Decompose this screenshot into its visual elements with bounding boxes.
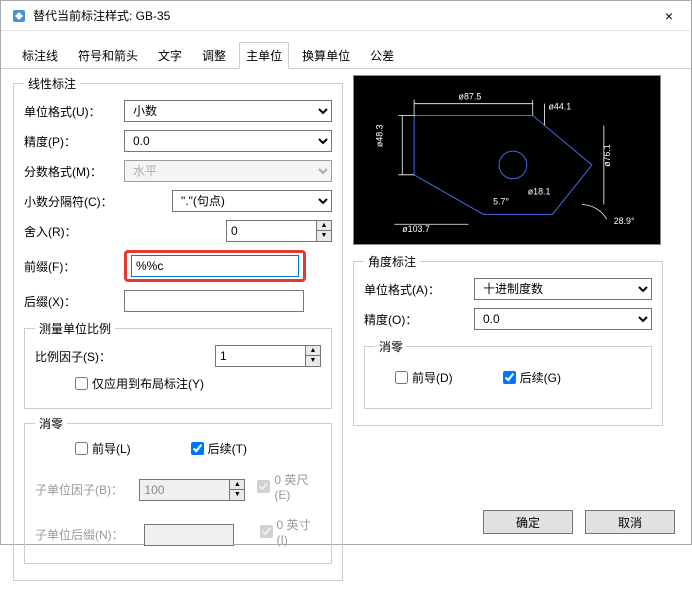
svg-text:28.9°: 28.9°	[614, 216, 635, 226]
layout-only-checkbox[interactable]	[75, 377, 88, 390]
preview-pane: ø87.5 ø48.3 ø44.1 ø76.1 ø103.7 ø18.1 5.7…	[353, 75, 661, 245]
precision-label: 精度(P)：	[24, 133, 124, 150]
scale-legend: 测量单位比例	[35, 320, 115, 337]
linear-legend: 线性标注	[24, 75, 80, 92]
spin-up-icon: ▲	[230, 480, 244, 490]
round-input[interactable]	[226, 220, 316, 242]
suffix-label: 后缀(X)：	[24, 293, 124, 310]
subunit-suffix-label: 子单位后缀(N)：	[35, 526, 144, 543]
leading-label: 前导(L)	[92, 440, 131, 457]
scale-group: 测量单位比例 比例因子(S)： ▲▼ 仅应用到布局标注(Y)	[24, 320, 332, 409]
prefix-label: 前缀(F)：	[24, 258, 124, 275]
leading-checkbox[interactable]	[75, 442, 88, 455]
fraction-format-label: 分数格式(M)：	[24, 163, 124, 180]
scale-factor-label: 比例因子(S)：	[35, 348, 145, 365]
spin-down-icon[interactable]: ▼	[317, 231, 331, 241]
linear-group: 线性标注 单位格式(U)： 小数 精度(P)： 0.0 分数格式(M)： 水平 …	[13, 75, 343, 581]
tab-fit[interactable]: 调整	[195, 42, 233, 69]
fraction-format-select: 水平	[124, 160, 332, 182]
decimal-sep-label: 小数分隔符(C)：	[24, 193, 124, 210]
angular-trailing-label: 后续(G)	[520, 369, 561, 386]
inches-label: 0 英寸(I)	[277, 516, 322, 547]
round-spinner[interactable]: ▲▼	[226, 220, 332, 242]
zero-group: 消零 前导(L) 后续(T) 子单位因子(B)： ▲▼ 0 英尺(E)	[24, 415, 332, 564]
tab-dimlines[interactable]: 标注线	[15, 42, 65, 69]
subunit-factor-input	[139, 479, 229, 501]
angular-leading-checkbox[interactable]	[395, 371, 408, 384]
spin-up-icon[interactable]: ▲	[306, 346, 320, 356]
svg-text:ø76.1: ø76.1	[602, 144, 612, 167]
svg-text:ø87.5: ø87.5	[459, 92, 482, 102]
angular-trailing-checkbox[interactable]	[503, 371, 516, 384]
angular-leading-label: 前导(D)	[412, 369, 453, 386]
unit-format-label: 单位格式(U)：	[24, 103, 124, 120]
round-label: 舍入(R)：	[24, 223, 124, 240]
angular-precision-select[interactable]: 0.0	[474, 308, 652, 330]
svg-text:ø103.7: ø103.7	[402, 224, 430, 234]
title-bar: 替代当前标注样式: GB-35 ×	[1, 1, 691, 31]
subunit-suffix-input	[144, 524, 234, 546]
prefix-input[interactable]	[131, 255, 299, 277]
zero-legend: 消零	[35, 415, 67, 432]
angular-group: 角度标注 单位格式(A)： 十进制度数 精度(O)： 0.0 消零 前导(D) …	[353, 253, 663, 426]
close-button[interactable]: ×	[657, 6, 681, 26]
layout-only-label: 仅应用到布局标注(Y)	[92, 375, 204, 392]
angular-zero-group: 消零 前导(D) 后续(G)	[364, 338, 652, 409]
tab-text[interactable]: 文字	[151, 42, 189, 69]
angular-unit-label: 单位格式(A)：	[364, 281, 474, 298]
app-icon	[11, 8, 27, 24]
tab-tolerance[interactable]: 公差	[363, 42, 401, 69]
scale-factor-spinner[interactable]: ▲▼	[215, 345, 321, 367]
tab-bar: 标注线 符号和箭头 文字 调整 主单位 换算单位 公差	[1, 31, 691, 69]
svg-text:ø18.1: ø18.1	[528, 187, 551, 197]
spin-up-icon[interactable]: ▲	[317, 221, 331, 231]
angular-zero-legend: 消零	[375, 338, 407, 355]
tab-primary-units[interactable]: 主单位	[239, 42, 289, 69]
inches-checkbox	[260, 525, 273, 538]
cancel-button[interactable]: 取消	[585, 510, 675, 534]
precision-select[interactable]: 0.0	[124, 130, 332, 152]
angular-legend: 角度标注	[364, 253, 420, 270]
trailing-checkbox[interactable]	[191, 442, 204, 455]
subunit-factor-label: 子单位因子(B)：	[35, 481, 139, 498]
angular-unit-select[interactable]: 十进制度数	[474, 278, 652, 300]
tab-alt-units[interactable]: 换算单位	[295, 42, 357, 69]
svg-text:ø48.3: ø48.3	[374, 124, 384, 147]
trailing-label: 后续(T)	[208, 440, 247, 457]
spin-down-icon: ▼	[230, 490, 244, 500]
window-title: 替代当前标注样式: GB-35	[33, 7, 170, 24]
decimal-sep-select[interactable]: "."(句点)	[172, 190, 332, 212]
svg-text:5.7°: 5.7°	[493, 196, 509, 206]
feet-checkbox	[257, 480, 270, 493]
tab-symbols[interactable]: 符号和箭头	[71, 42, 145, 69]
spin-down-icon[interactable]: ▼	[306, 356, 320, 366]
unit-format-select[interactable]: 小数	[124, 100, 332, 122]
prefix-highlight	[124, 250, 306, 282]
svg-text:ø44.1: ø44.1	[549, 102, 572, 112]
ok-button[interactable]: 确定	[483, 510, 573, 534]
subunit-factor-spinner: ▲▼	[139, 479, 245, 501]
feet-label: 0 英尺(E)	[274, 471, 321, 502]
suffix-input[interactable]	[124, 290, 304, 312]
scale-factor-input[interactable]	[215, 345, 305, 367]
angular-precision-label: 精度(O)：	[364, 311, 474, 328]
